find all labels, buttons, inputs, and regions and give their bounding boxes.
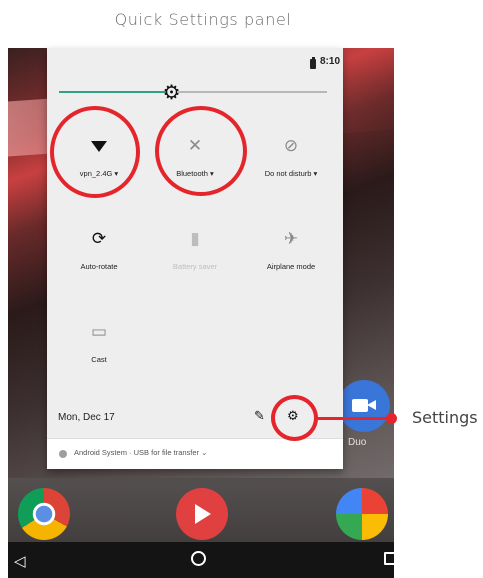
- status-bar: 8:10: [47, 48, 343, 76]
- video-camera-icon: [352, 399, 368, 412]
- tile-auto-rotate[interactable]: ⟳ Auto-rotate: [54, 228, 144, 271]
- notification-text: Android System · USB for file transfer ⌄: [74, 448, 208, 457]
- wifi-icon: [54, 135, 144, 157]
- tile-do-not-disturb[interactable]: ⊘ Do not disturb ▾: [246, 135, 336, 178]
- android-system-icon: [59, 450, 67, 458]
- bluetooth-off-icon: ✕: [187, 136, 203, 156]
- tile-battery-saver-label: Battery saver: [172, 262, 218, 271]
- tile-battery-saver[interactable]: ▮ Battery saver: [150, 228, 240, 271]
- callout-dot: [386, 413, 397, 424]
- battery-saver-icon: ▮: [190, 229, 200, 249]
- tile-bluetooth-label: Bluetooth: [176, 169, 208, 178]
- tile-dnd-label: Do not disturb: [264, 169, 312, 178]
- tile-wifi[interactable]: vpn_2.4G ▾: [54, 135, 144, 178]
- page-caption: Quick Settings panel: [114, 10, 292, 29]
- tile-wifi-label: vpn_2.4G: [79, 169, 113, 178]
- airplane-mode-icon: ✈: [283, 229, 299, 249]
- brightness-track-filled[interactable]: [59, 91, 166, 93]
- callout-line: [318, 417, 391, 420]
- tile-airplane-mode[interactable]: ✈ Airplane mode: [246, 228, 336, 271]
- duo-app-icon[interactable]: [338, 380, 390, 432]
- recent-apps-icon[interactable]: [384, 552, 394, 565]
- auto-rotate-icon: ⟳: [91, 229, 107, 249]
- pencil-icon[interactable]: ✎: [254, 409, 265, 424]
- brightness-track-empty[interactable]: [177, 91, 327, 93]
- quick-settings-panel: 8:10 ⚙ vpn_2.4G ▾ ✕ Bluetooth ▾ ⊘ Do not…: [47, 48, 343, 469]
- back-icon[interactable]: ◁: [14, 552, 26, 570]
- chrome-app-icon[interactable]: [18, 488, 70, 540]
- battery-icon: [310, 57, 316, 69]
- chevron-down-icon[interactable]: ▾: [114, 169, 118, 178]
- notification-usb[interactable]: Android System · USB for file transfer ⌄: [47, 438, 343, 469]
- screenshot-root: Quick Settings panel Duo ◁ 8:10 ⚙ vpn_2.…: [0, 0, 483, 578]
- chevron-down-icon[interactable]: ▾: [210, 169, 214, 178]
- quick-settings-footer: Mon, Dec 17 ✎ ⚙: [47, 400, 343, 438]
- navigation-bar: ◁: [8, 542, 394, 578]
- do-not-disturb-icon: ⊘: [283, 136, 299, 156]
- photos-app-icon[interactable]: [336, 488, 388, 540]
- tile-bluetooth[interactable]: ✕ Bluetooth ▾: [150, 135, 240, 178]
- youtube-app-icon[interactable]: [176, 488, 228, 540]
- cast-icon: ▭: [90, 322, 108, 342]
- chevron-down-icon[interactable]: ▾: [314, 169, 318, 178]
- home-icon[interactable]: [191, 551, 206, 566]
- duo-app-label: Duo: [348, 437, 367, 448]
- status-clock: 8:10: [320, 56, 341, 67]
- gear-icon[interactable]: ⚙: [287, 409, 299, 424]
- tile-cast[interactable]: ▭ Cast: [54, 321, 144, 364]
- date-label: Mon, Dec 17: [58, 412, 115, 423]
- tile-airplane-label: Airplane mode: [266, 262, 316, 271]
- camera-lens-icon: [367, 400, 376, 410]
- settings-callout-label: Settings: [412, 408, 478, 427]
- tile-auto-rotate-label: Auto-rotate: [80, 262, 118, 271]
- play-icon: [195, 504, 211, 524]
- brightness-icon[interactable]: ⚙: [160, 80, 184, 104]
- tile-cast-label: Cast: [91, 355, 107, 364]
